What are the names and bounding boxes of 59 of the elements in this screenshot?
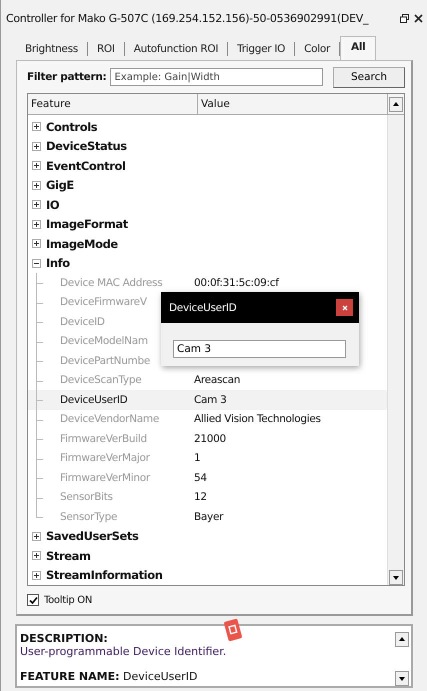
tree-group[interactable]: Controls [46, 120, 98, 134]
tree-group[interactable]: EventControl [46, 158, 126, 173]
feature-value: Cam 3 [194, 394, 227, 406]
expand-icon[interactable] [32, 570, 41, 580]
tree-group[interactable]: IO [46, 198, 60, 212]
tab[interactable]: Autofunction ROI [124, 42, 228, 56]
feature-name[interactable]: DeviceUserID [60, 394, 188, 406]
description-text: User-programmable Device Identifier. [20, 645, 228, 658]
tab[interactable]: ROI [88, 42, 125, 56]
feature-value: 00:0f:31:5c:09:cf [194, 276, 279, 289]
bookmark-icon[interactable] [224, 618, 242, 642]
expand-icon[interactable] [32, 142, 41, 151]
tree-group[interactable]: StreamInformation [46, 568, 163, 582]
scroll-down-icon[interactable] [389, 570, 403, 585]
close-icon[interactable] [414, 14, 423, 22]
description-heading: DESCRIPTION: [20, 632, 109, 645]
column-header[interactable]: Value [198, 94, 388, 114]
column-header[interactable]: Feature [28, 94, 198, 114]
filter-field[interactable]: Example: Gain|Width [110, 68, 323, 86]
feature-value: 1 [194, 452, 200, 464]
expand-icon[interactable] [32, 532, 41, 541]
expand-icon[interactable] [32, 239, 41, 248]
feature-value: Allied Vision Technologies [194, 413, 321, 426]
filter-label: Filter pattern: [27, 71, 106, 83]
tab[interactable]: All [340, 36, 376, 60]
feature-value: Areascan [194, 374, 240, 386]
tree-group[interactable]: ImageFormat [46, 217, 128, 232]
tree-group[interactable]: Stream [46, 548, 91, 563]
expand-icon[interactable] [32, 200, 41, 210]
scroll-up-icon[interactable] [395, 632, 409, 647]
tab[interactable]: Brightness [16, 42, 88, 56]
collapse-icon[interactable] [32, 258, 41, 268]
tree-group[interactable]: GigE [46, 178, 74, 192]
tree-group[interactable]: ImageMode [46, 236, 118, 251]
expand-icon[interactable] [32, 551, 41, 560]
feature-value: 21000 [194, 432, 226, 445]
tree-group[interactable]: DeviceStatus [46, 139, 127, 154]
feature-value: 54 [194, 472, 207, 484]
expand-icon[interactable] [32, 161, 41, 170]
restore-icon[interactable] [400, 14, 409, 22]
feature-value: 12 [194, 491, 207, 504]
window-title: Controller for Mako G-507C (169.254.152.156)-50-0536902991(DEV_ [6, 12, 370, 24]
input-field[interactable]: Cam 3 [173, 340, 346, 358]
dialog-title: DeviceUserID [169, 302, 238, 314]
feature-value: Bayer [194, 510, 224, 523]
expand-icon[interactable] [32, 122, 41, 132]
feature-name-text: FEATURE NAME: DeviceUserID [20, 670, 198, 683]
tree-group[interactable]: SavedUserSets [46, 529, 138, 544]
close-icon [342, 304, 348, 310]
expand-icon[interactable] [32, 220, 41, 229]
tree-group[interactable]: Info [46, 256, 70, 270]
scroll-down-icon[interactable] [395, 671, 409, 686]
expand-icon[interactable] [32, 180, 41, 190]
scroll-up-icon[interactable] [389, 96, 403, 112]
search-button[interactable]: Search [333, 66, 405, 88]
tab[interactable]: Trigger IO [228, 42, 296, 56]
checkbox[interactable] [27, 594, 39, 606]
checkbox-label[interactable]: Tooltip ON [44, 594, 92, 606]
close-button[interactable] [336, 299, 353, 316]
